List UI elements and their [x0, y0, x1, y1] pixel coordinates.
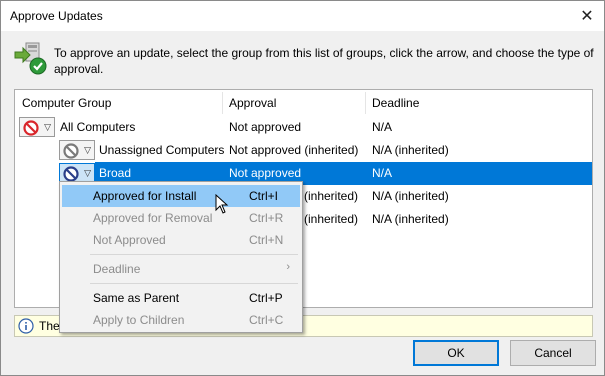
group-name: All Computers [60, 120, 136, 134]
table-row[interactable]: ▽ Unassigned Computers Not approved (inh… [15, 139, 592, 162]
menu-separator [90, 283, 298, 284]
window-title: Approve Updates [10, 9, 103, 23]
column-divider[interactable] [222, 92, 223, 114]
column-header-deadline[interactable]: Deadline [372, 96, 419, 110]
instructions-text: To approve an update, select the group f… [54, 46, 594, 76]
info-icon [18, 318, 34, 334]
approval-value: (inherited) [304, 212, 359, 226]
cancel-button[interactable]: Cancel [510, 340, 596, 366]
menu-item-same-as-parent[interactable]: Same as Parent Ctrl+P [62, 287, 300, 309]
deadline-value: N/A [372, 166, 393, 180]
chevron-down-icon: ▽ [84, 168, 91, 178]
menu-item-shortcut: Ctrl+N [249, 233, 284, 247]
chevron-down-icon: ▽ [84, 145, 91, 155]
group-name: Unassigned Computers [99, 143, 225, 157]
mouse-pointer-icon [215, 194, 229, 214]
approval-dropdown-button[interactable]: ▽ [19, 117, 55, 137]
approval-dropdown-button[interactable]: ▽ [59, 140, 95, 160]
info-text: The [39, 319, 60, 333]
menu-item-label: Approved for Install [93, 189, 197, 203]
chevron-right-icon: › [286, 261, 290, 273]
deadline-value: N/A [372, 120, 393, 134]
not-approved-icon [23, 120, 39, 136]
approval-value: Not approved [229, 120, 302, 134]
approval-context-menu: Approved for Install Ctrl+I Approved for… [59, 181, 303, 333]
title-bar: Approve Updates ✕ [1, 1, 604, 31]
deadline-value: N/A (inherited) [372, 212, 449, 226]
menu-item-label: Deadline [93, 262, 141, 276]
menu-item-shortcut: Ctrl+P [249, 291, 283, 305]
menu-item-label: Not Approved [93, 233, 166, 247]
approval-value: (inherited) [304, 189, 359, 203]
approval-value: Not approved (inherited) [229, 143, 359, 157]
close-icon: ✕ [580, 8, 594, 25]
deadline-value: N/A (inherited) [372, 143, 449, 157]
approve-updates-icon [14, 42, 48, 76]
menu-item-label: Approved for Removal [93, 211, 213, 225]
grid-header: Computer Group Approval Deadline [15, 90, 592, 116]
table-row[interactable]: ▽ All Computers Not approved N/A [15, 116, 592, 139]
menu-item-label: Same as Parent [93, 291, 180, 305]
menu-item-approved-for-removal[interactable]: Approved for Removal Ctrl+R [62, 207, 300, 229]
menu-item-approved-for-install[interactable]: Approved for Install Ctrl+I [62, 185, 300, 207]
menu-item-shortcut: Ctrl+I [249, 189, 279, 203]
menu-item-shortcut: Ctrl+R [249, 211, 284, 225]
deadline-value: N/A (inherited) [372, 189, 449, 203]
inherited-icon [63, 166, 79, 182]
ok-button[interactable]: OK [413, 340, 499, 366]
column-header-approval[interactable]: Approval [229, 96, 276, 110]
inherited-icon [63, 143, 79, 159]
menu-item-apply-to-children[interactable]: Apply to Children Ctrl+C [62, 309, 300, 331]
chevron-down-icon: ▽ [44, 122, 51, 132]
approval-value: Not approved [229, 166, 302, 180]
approval-dropdown-button[interactable]: ▽ [59, 163, 95, 183]
close-button[interactable]: ✕ [570, 1, 604, 31]
group-name: Broad [99, 166, 132, 180]
menu-item-label: Apply to Children [93, 313, 185, 327]
column-header-computer-group[interactable]: Computer Group [22, 96, 111, 110]
approve-updates-dialog: Approve Updates ✕ To approve an update, … [0, 0, 605, 376]
menu-item-deadline[interactable]: Deadline › [62, 258, 300, 280]
menu-item-not-approved[interactable]: Not Approved Ctrl+N [62, 229, 300, 251]
menu-separator [90, 254, 298, 255]
column-divider[interactable] [365, 92, 366, 114]
menu-item-shortcut: Ctrl+C [249, 313, 284, 327]
